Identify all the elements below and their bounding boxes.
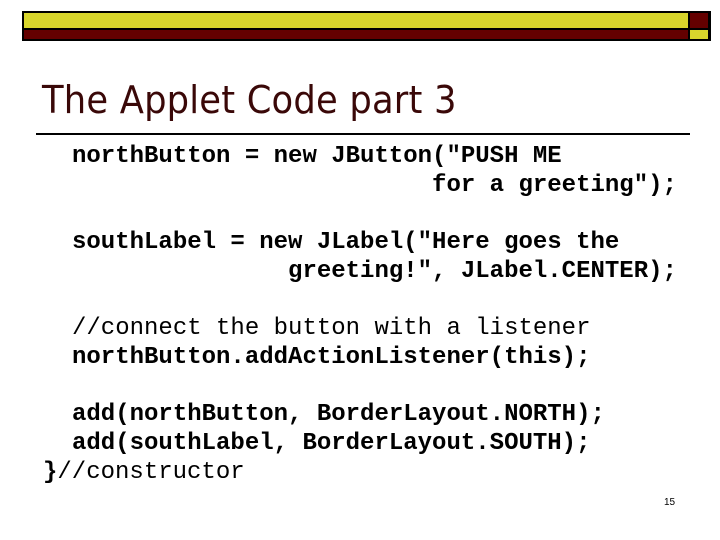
header-bar-yellow-square (690, 30, 708, 39)
header-decoration-bar (22, 11, 711, 41)
header-bar-maroon-square (690, 13, 708, 28)
constructor-comment: //constructor (57, 459, 245, 486)
closing-brace: } (43, 459, 58, 486)
title-underline (36, 133, 690, 135)
code-comment-line: //connect the button with a listener (72, 315, 591, 342)
code-line: southLabel = new JLabel("Here goes the (72, 229, 620, 256)
code-line: northButton = new JButton("PUSH ME (72, 143, 562, 170)
code-line: for a greeting"); (72, 172, 677, 199)
header-bar-maroon-band (24, 30, 688, 39)
code-line: add(southLabel, BorderLayout.SOUTH); (72, 430, 591, 457)
code-closing-line: }//constructor (43, 459, 245, 487)
code-line: northButton.addActionListener(this); (72, 344, 591, 371)
header-bar-yellow-band (24, 13, 688, 28)
code-line: greeting!", JLabel.CENTER); (72, 258, 677, 285)
slide-title: The Applet Code part 3 (42, 78, 457, 122)
page-number: 15 (664, 497, 676, 508)
code-line: add(northButton, BorderLayout.NORTH); (72, 401, 605, 428)
